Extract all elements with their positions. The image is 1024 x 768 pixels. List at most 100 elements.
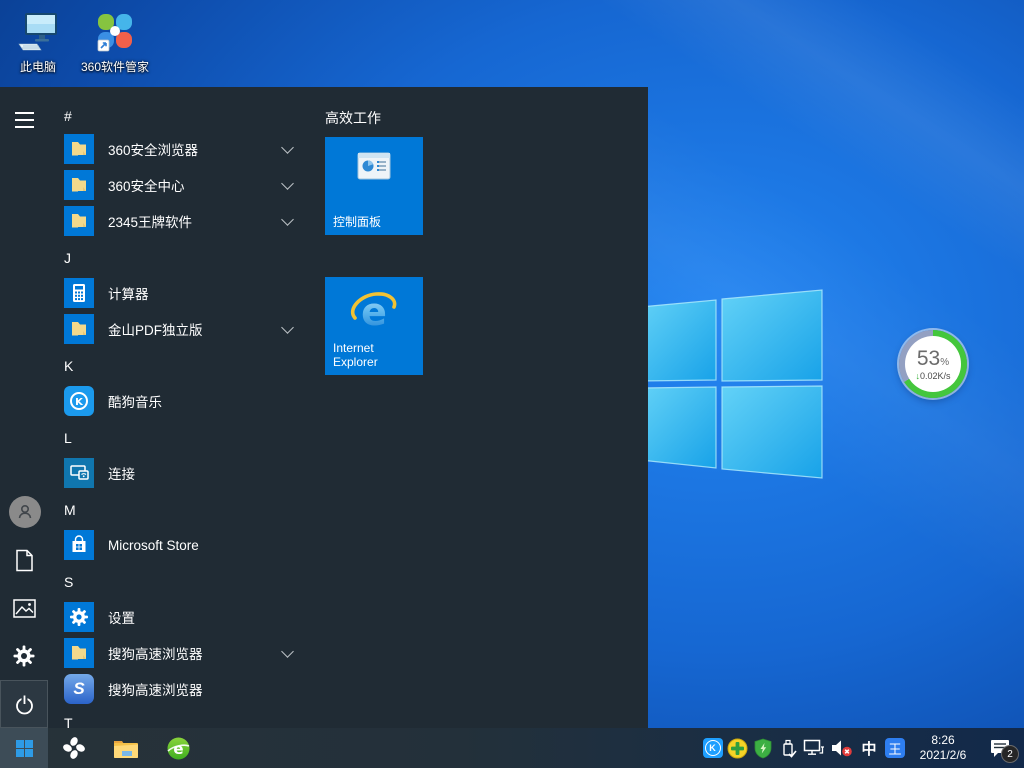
kugou-icon: K	[64, 386, 94, 416]
shield-icon	[753, 738, 773, 759]
taskbar-360-safe-button[interactable]	[48, 728, 100, 768]
section-header-k[interactable]: K	[56, 348, 314, 384]
gear-icon	[13, 645, 35, 667]
input-method-indicator[interactable]: 中	[856, 728, 882, 768]
taskbar-clock[interactable]: 8:26 2021/2/6	[910, 733, 976, 763]
app-item-connect[interactable]: 连接	[56, 455, 314, 491]
calculator-icon	[64, 278, 94, 308]
section-header-l[interactable]: L	[56, 420, 314, 456]
tray-wang-input-button[interactable]: 王	[882, 738, 908, 758]
network-icon	[803, 739, 825, 757]
tray-volume-button[interactable]	[827, 728, 856, 768]
app-label: 金山PDF独立版	[108, 319, 283, 339]
tile-internet-explorer[interactable]: e Internet Explorer	[325, 277, 423, 375]
section-label: #	[64, 108, 72, 124]
system-tray: K	[700, 728, 1024, 768]
section-label: L	[64, 430, 72, 446]
app-item-settings[interactable]: 设置	[56, 599, 314, 635]
store-icon	[64, 530, 94, 560]
chevron-down-icon[interactable]	[281, 645, 294, 658]
app-item-2345-software[interactable]: 2345王牌软件	[56, 203, 314, 239]
tile-group-title: 高效工作	[325, 108, 381, 128]
chevron-down-icon[interactable]	[281, 213, 294, 226]
windows-wallpaper-logo	[640, 285, 825, 485]
section-label: T	[64, 715, 73, 728]
download-speed: 0.02K/s	[920, 371, 951, 381]
settings-rail-button[interactable]	[0, 632, 48, 680]
desktop-icon-label: 此电脑	[0, 58, 82, 75]
desktop-icon-this-pc[interactable]: 此电脑	[0, 8, 82, 75]
taskbar: e K	[0, 728, 1024, 768]
folder-icon	[64, 134, 94, 164]
app-item-sogou-browser[interactable]: S 搜狗高速浏览器	[56, 671, 314, 707]
section-header-t[interactable]: T	[56, 705, 314, 728]
folder-icon	[64, 170, 94, 200]
wang-input-icon: 王	[885, 738, 905, 758]
memory-percent: 53	[917, 347, 940, 370]
chevron-down-icon[interactable]	[281, 141, 294, 154]
clock-time: 8:26	[910, 733, 976, 748]
taskbar-file-explorer-button[interactable]	[100, 728, 152, 768]
tile-label: Internet Explorer	[333, 341, 417, 369]
svg-text:K: K	[75, 397, 84, 408]
tray-network-button[interactable]	[800, 728, 827, 768]
section-header-hash[interactable]: #	[56, 98, 314, 134]
folder-icon	[64, 206, 94, 236]
folder-icon	[64, 638, 94, 668]
tile-label: 控制面板	[333, 215, 381, 229]
green-e-browser-icon: e	[166, 736, 191, 761]
app-label: 搜狗高速浏览器	[108, 643, 283, 663]
section-label: S	[64, 574, 73, 590]
section-header-j[interactable]: J	[56, 240, 314, 276]
sogou-icon: S	[64, 674, 94, 704]
sogou-letter: S	[73, 679, 84, 699]
start-menu: # 360安全浏览器 360安全中心 2345王牌软件 J 计算器 金山PDF独…	[0, 87, 648, 728]
app-item-kugou-music[interactable]: K 酷狗音乐	[56, 383, 314, 419]
app-item-kingsoft-pdf[interactable]: 金山PDF独立版	[56, 311, 314, 347]
speed-ball-inner: 53% ↓0.02K/s	[905, 336, 961, 392]
taskbar-360-browser-button[interactable]: e	[152, 728, 204, 768]
kugou-letter: K	[705, 740, 721, 756]
person-icon	[16, 503, 34, 521]
expand-menu-button[interactable]	[0, 96, 48, 144]
desktop-icon-360-software-manager[interactable]: 360软件管家	[71, 8, 159, 75]
app-item-microsoft-store[interactable]: Microsoft Store	[56, 527, 314, 563]
power-button[interactable]	[0, 680, 48, 728]
chevron-down-icon[interactable]	[281, 177, 294, 190]
kugou-tray-icon: K	[703, 738, 723, 758]
pictures-icon	[13, 599, 36, 618]
folder-icon	[64, 314, 94, 344]
section-header-s[interactable]: S	[56, 564, 314, 600]
section-header-m[interactable]: M	[56, 492, 314, 528]
start-button[interactable]	[0, 728, 48, 768]
action-center-button[interactable]: 2	[978, 728, 1024, 768]
tile-control-panel[interactable]: 控制面板	[325, 137, 423, 235]
app-item-sogou-browser-folder[interactable]: 搜狗高速浏览器	[56, 635, 314, 671]
app-label: 360安全浏览器	[108, 139, 283, 159]
chevron-down-icon[interactable]	[281, 321, 294, 334]
360-pinwheel-icon	[62, 736, 86, 760]
speed-ball-widget[interactable]: 53% ↓0.02K/s	[899, 330, 967, 398]
tray-kugou-button[interactable]: K	[700, 728, 725, 768]
tray-usb-eject-button[interactable]	[775, 728, 800, 768]
app-label: 2345王牌软件	[108, 211, 283, 231]
clock-date: 2021/2/6	[910, 748, 976, 763]
app-item-calculator[interactable]: 计算器	[56, 275, 314, 311]
windows-desktop: 此电脑 360软件管家 53% ↓0.02K/s	[0, 0, 1024, 768]
green-e-letter: e	[173, 740, 183, 758]
user-avatar[interactable]	[9, 496, 41, 528]
notification-badge: 2	[1001, 745, 1019, 763]
windows-logo-icon	[16, 740, 33, 757]
documents-button[interactable]	[0, 536, 48, 584]
file-explorer-icon	[113, 738, 139, 759]
usb-eject-icon	[778, 738, 798, 759]
app-item-360-security-center[interactable]: 360安全中心	[56, 167, 314, 203]
pictures-button[interactable]	[0, 584, 48, 632]
hamburger-icon	[15, 112, 34, 128]
app-label: Microsoft Store	[108, 538, 314, 553]
tray-360-shield-button[interactable]	[750, 728, 775, 768]
app-item-360-browser[interactable]: 360安全浏览器	[56, 131, 314, 167]
tray-360-antivirus-button[interactable]	[725, 728, 750, 768]
connect-icon	[64, 458, 94, 488]
app-label: 连接	[108, 463, 314, 483]
